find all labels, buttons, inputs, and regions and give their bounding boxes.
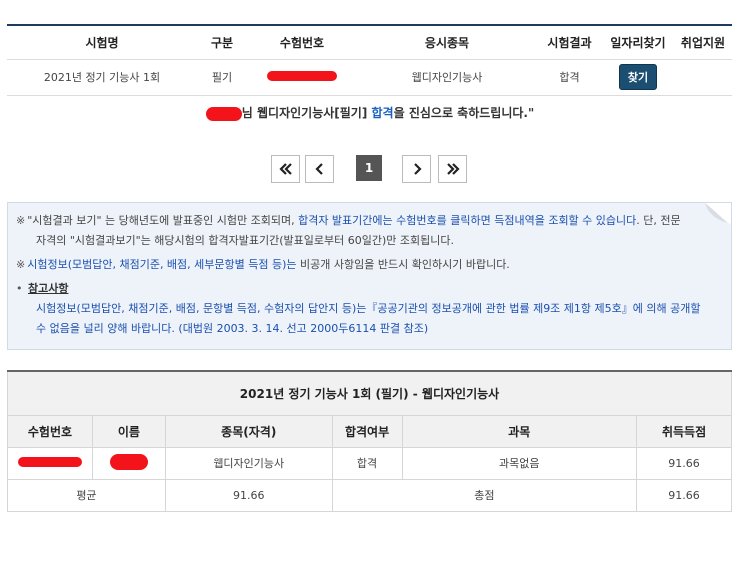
last-page-button[interactable] xyxy=(438,155,467,183)
detail-col-result: 합격여부 xyxy=(331,414,403,448)
col-header-type: 구분 xyxy=(197,25,247,60)
col-header-exam-name: 시험명 xyxy=(7,25,197,60)
average-value: 91.66 xyxy=(164,478,333,512)
notice-box: ※ "시험결과 보기" 는 당해년도에 발표중인 시험만 조회되며, 합격자 발표… xyxy=(7,202,732,350)
detail-name-cell xyxy=(91,446,166,480)
exam-number-cell[interactable] xyxy=(247,59,357,96)
total-value: 91.66 xyxy=(636,478,732,512)
exam-name-cell: 2021년 정기 기능사 1회 xyxy=(7,59,197,96)
detail-header-row: 수험번호 이름 종목(자격) 합격여부 과목 취득득점 xyxy=(7,414,732,448)
chevron-right-icon xyxy=(413,163,422,175)
double-chevron-left-icon xyxy=(278,163,292,175)
table-row: 웹디자인기능사 합격 과목없음 91.66 xyxy=(7,446,732,480)
detail-col-course: 과목 xyxy=(401,414,638,448)
average-label: 평균 xyxy=(7,478,166,512)
redaction-mark xyxy=(267,70,337,81)
reference-line-2: 수 없음을 널리 양해 바랍니다. (대법원 2003. 3. 14. 선고 2… xyxy=(36,322,429,335)
detail-col-score: 취득득점 xyxy=(636,414,732,448)
total-label: 총점 xyxy=(331,478,638,512)
page-1-button[interactable]: 1 xyxy=(356,155,382,181)
summary-row: 평균 91.66 총점 91.66 xyxy=(7,478,732,512)
detail-col-exam-number: 수험번호 xyxy=(7,414,93,448)
detail-exam-number-cell xyxy=(7,446,93,480)
col-header-exam-number: 수험번호 xyxy=(247,25,357,60)
reference-line-1: 시험정보(모범답안, 채점기준, 배점, 문항별 득점, 수험자의 답안지 등)… xyxy=(36,302,701,315)
subject-cell: 웹디자인기능사 xyxy=(357,59,537,96)
find-job-button[interactable]: 찾기 xyxy=(618,64,658,90)
pagination: 1 xyxy=(0,155,740,183)
col-header-employment: 취업지원 xyxy=(674,25,732,60)
detail-caption: 2021년 정기 기능사 1회 (필기) - 웹디자인기능사 xyxy=(7,370,732,416)
pass-text: 합격 xyxy=(371,106,394,120)
detail-qualification-cell: 웹디자인기능사 xyxy=(164,446,333,480)
chevron-left-icon xyxy=(314,163,323,175)
redaction-mark xyxy=(109,453,148,470)
redaction-mark xyxy=(205,106,242,121)
first-page-button[interactable] xyxy=(271,155,300,183)
result-cell: 합격 xyxy=(537,59,602,96)
col-header-result: 시험결과 xyxy=(537,25,602,60)
congratulation-message: 님 웹디자인기능사[필기] 합격을 진심으로 축하드립니다." xyxy=(0,104,740,121)
exam-results-table: 시험명 구분 수험번호 응시종목 시험결과 일자리찾기 취업지원 2021년 정… xyxy=(7,24,732,96)
col-header-job-search: 일자리찾기 xyxy=(602,25,674,60)
score-detail-table: 2021년 정기 기능사 1회 (필기) - 웹디자인기능사 수험번호 이름 종… xyxy=(7,370,732,512)
notice-line-1-cont: 자격의 "시험결과보기"는 해당시험의 합격자발표기간(발표일로부터 60일간)… xyxy=(36,234,454,247)
detail-col-name: 이름 xyxy=(91,414,166,448)
table-header-row: 시험명 구분 수험번호 응시종목 시험결과 일자리찾기 취업지원 xyxy=(7,25,732,60)
type-cell: 필기 xyxy=(197,59,247,96)
page-fold-icon xyxy=(705,203,731,225)
employment-cell xyxy=(674,59,732,96)
next-page-button[interactable] xyxy=(402,155,431,183)
reference-title: • 참고사항 xyxy=(16,282,69,295)
notice-highlight-link: 합격자 발표기간에는 수험번호를 클릭하면 득점내역을 조회할 수 있습니다 xyxy=(298,214,637,227)
job-search-cell: 찾기 xyxy=(602,59,674,96)
detail-result-cell: 합격 xyxy=(331,446,403,480)
double-chevron-right-icon xyxy=(446,163,460,175)
table-row: 2021년 정기 기능사 1회 필기 웹디자인기능사 합격 찾기 xyxy=(7,59,732,96)
redaction-mark xyxy=(17,456,82,467)
notice-line-2: ※ 시험정보(모범답안, 채점기준, 배점, 세부문항별 득점 등)는 비공개 사… xyxy=(16,258,510,271)
detail-score-cell: 91.66 xyxy=(636,446,732,480)
notice-line-1: ※ "시험결과 보기" 는 당해년도에 발표중인 시험만 조회되며, 합격자 발표… xyxy=(16,214,681,227)
col-header-subject: 응시종목 xyxy=(357,25,537,60)
prev-page-button[interactable] xyxy=(305,155,334,183)
detail-course-cell: 과목없음 xyxy=(401,446,638,480)
detail-col-qualification: 종목(자격) xyxy=(164,414,333,448)
